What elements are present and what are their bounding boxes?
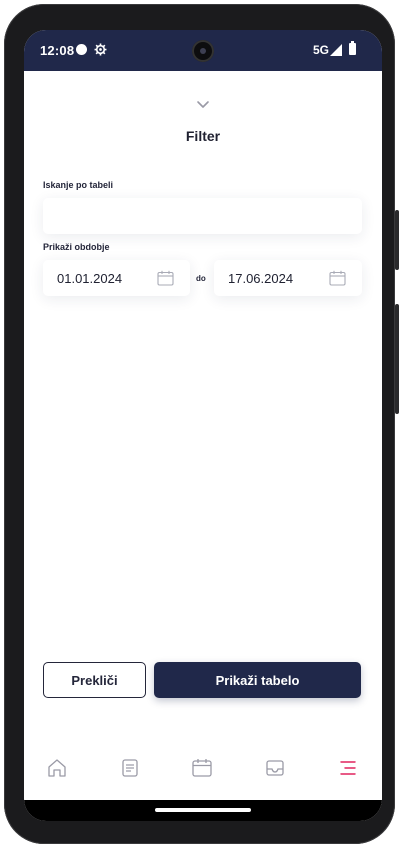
- circle-dot-icon: [76, 44, 87, 55]
- calendar-icon[interactable]: [329, 270, 346, 286]
- search-input[interactable]: [43, 198, 362, 234]
- search-label: Iskanje po tabeli: [43, 180, 114, 190]
- signal-icon: [330, 44, 342, 56]
- bottom-nav: [24, 742, 382, 794]
- nav-item-menu[interactable]: [336, 756, 360, 780]
- gesture-bar: [24, 800, 382, 821]
- home-icon: [48, 759, 66, 777]
- date-from-value: 01.01.2024: [57, 271, 123, 286]
- volume-button: [395, 304, 399, 414]
- nav-item-home[interactable]: [45, 756, 69, 780]
- home-indicator[interactable]: [155, 808, 251, 812]
- page-title: Filter: [185, 128, 221, 144]
- gear-icon: [94, 43, 107, 56]
- nav-item-documents[interactable]: [118, 756, 142, 780]
- date-to-value: 17.06.2024: [228, 271, 294, 286]
- date-to-field[interactable]: 17.06.2024: [214, 260, 362, 296]
- network-type: 5G: [313, 43, 330, 57]
- battery-icon: [349, 41, 356, 55]
- show-table-button[interactable]: Prikaži tabelo: [154, 662, 361, 698]
- nav-item-inbox[interactable]: [263, 756, 287, 780]
- document-list-icon: [122, 759, 138, 777]
- chevron-down-icon[interactable]: [195, 100, 211, 110]
- cancel-button[interactable]: Prekliči: [43, 662, 146, 698]
- power-button: [395, 210, 399, 270]
- status-bar: 12:08 5G: [24, 30, 382, 71]
- nav-item-calendar[interactable]: [190, 756, 214, 780]
- date-separator: do: [196, 274, 206, 283]
- screen: 12:08 5G Filter Iskanje po tabeli Prikaž…: [24, 30, 382, 821]
- status-time: 12:08: [40, 43, 75, 58]
- date-from-field[interactable]: 01.01.2024: [43, 260, 190, 296]
- calendar-icon: [192, 759, 212, 777]
- calendar-icon[interactable]: [157, 270, 174, 286]
- menu-icon: [340, 761, 356, 775]
- camera-icon: [192, 40, 214, 62]
- period-label: Prikaži obdobje: [43, 242, 110, 252]
- inbox-icon: [266, 760, 284, 776]
- phone-frame: 12:08 5G Filter Iskanje po tabeli Prikaž…: [4, 4, 399, 844]
